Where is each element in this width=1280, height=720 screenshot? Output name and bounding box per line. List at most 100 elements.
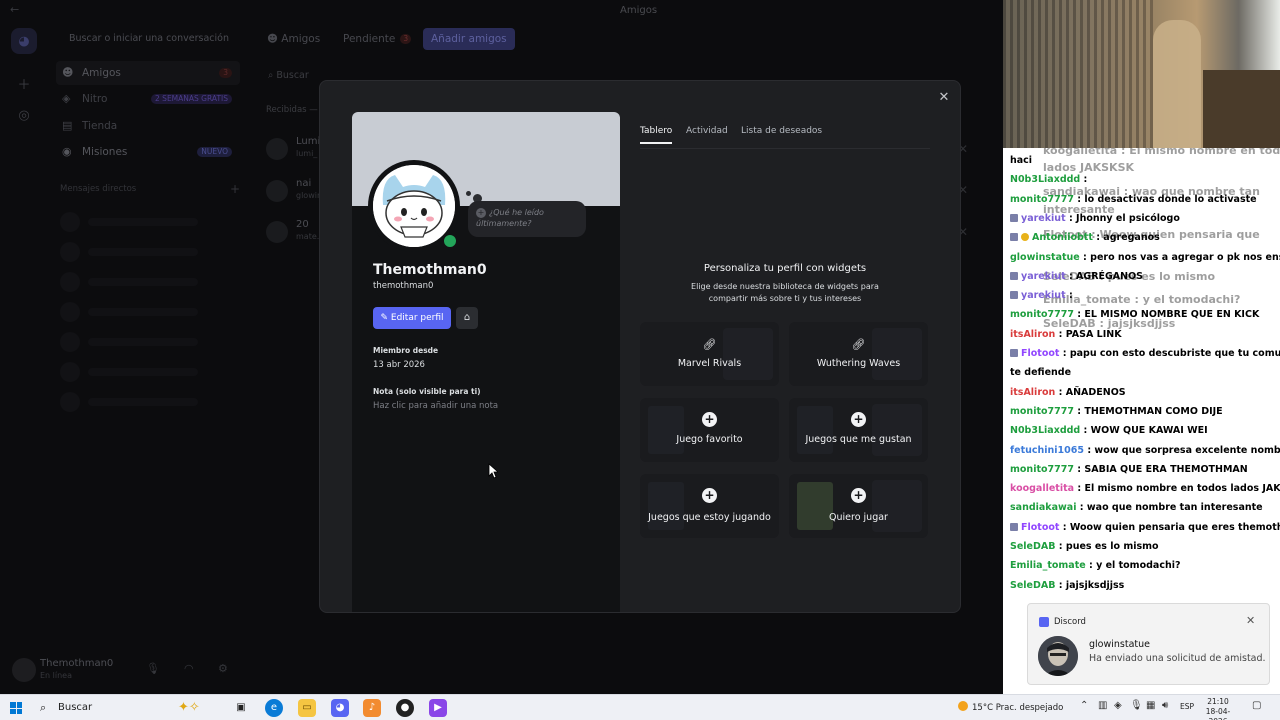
list-item[interactable]: nai glowin [266,177,326,207]
profile-modal: ✕ + ¿Qué he leído últimamente? Themothma… [319,80,961,613]
status-bubble[interactable]: + ¿Qué he leído últimamente? [468,201,586,237]
volume-icon[interactable]: 🔊︎ [1162,700,1168,711]
list-item[interactable]: Lumi lumi_ [266,135,326,165]
tab-pending[interactable]: Pendiente 3 [335,28,419,50]
chat-message: haci [1010,152,1278,170]
conversation-search-input[interactable]: Buscar o iniciar una conversación [56,28,242,50]
tray-icon[interactable]: ▥ [1098,700,1107,711]
edit-profile-button[interactable]: ✎ Editar perfil [373,307,451,329]
add-friend-button[interactable]: Añadir amigos [423,28,515,50]
chat-badge-icon [1010,522,1018,531]
discover-icon[interactable]: ◎ [11,102,37,128]
note-input[interactable]: Haz clic para añadir una nota [373,401,498,411]
chat-username[interactable]: yarekiut [1021,271,1066,282]
language-indicator[interactable]: ESP [1180,702,1194,711]
profile-display-name: Themothman0 [373,262,487,278]
weather-widget[interactable]: 15°C Prac. despejado [958,701,1063,713]
network-icon[interactable]: ▦ [1146,700,1155,711]
chat-username[interactable]: monito7777 [1010,464,1074,475]
gift-icon[interactable]: ⌂ [456,307,478,329]
discord-home-icon[interactable]: ◕ [11,28,37,54]
edge-icon[interactable]: e [265,699,283,717]
friends-search-input[interactable]: ⌕ Buscar [268,66,328,86]
discord-icon [1039,617,1049,627]
close-icon[interactable]: ✕ [935,89,953,107]
chat-username[interactable]: yarekiut [1021,213,1066,224]
avatar [266,221,288,243]
chat-username[interactable]: te defiende [1010,367,1071,378]
chat-username[interactable]: Flotoot [1021,522,1059,533]
chat-username[interactable]: SeleDAB [1010,580,1055,591]
chevron-up-icon[interactable]: ⌃ [1080,700,1088,711]
chat-username[interactable]: haci [1010,155,1032,166]
headphones-icon[interactable]: ◠ [184,662,194,675]
discord-icon[interactable]: ◕ [331,699,349,717]
widget-liked-games[interactable]: + Juegos que me gustan [789,398,928,462]
sidebar-item-shop[interactable]: ▤ Tienda [56,114,240,138]
widget-label: Juegos que me gustan [805,434,912,445]
chat-message: monito7777 : THEMOTHMAN COMO DIJE [1010,403,1278,421]
chat-text: : EL MISMO NOMBRE QUE EN KICK [1077,309,1260,321]
chat-message: N0b3Liaxddd : [1010,171,1278,189]
widget-wuthering-waves[interactable]: 🔗︎ Wuthering Waves [789,322,928,386]
chat-text: : PASA LINK [1058,328,1122,340]
windows-start-icon[interactable] [10,702,22,714]
tab-wishlist[interactable]: Lista de deseados [741,126,822,136]
tab-dashboard[interactable]: Tablero [640,126,673,144]
chat-message: SeleDAB : pues es lo mismo [1010,538,1278,556]
chat-username[interactable]: yarekiut [1021,290,1066,301]
mic-tray-icon[interactable]: 🎙 [1130,700,1143,711]
clock[interactable]: 21:10 18-04-2026 [1200,697,1236,720]
chat-username[interactable]: Antoniiobtt [1032,232,1093,243]
chat-username[interactable]: N0b3Liaxddd [1010,174,1080,185]
dm-placeholder [60,362,230,382]
new-dm-icon[interactable]: + [230,182,240,196]
stream-app-icon[interactable]: ▶ [429,699,447,717]
dm-placeholder [60,272,230,292]
tab-activity[interactable]: Actividad [686,126,728,136]
chat-username[interactable]: koogalletita [1010,483,1074,494]
chat-username[interactable]: monito7777 [1010,194,1074,205]
chat-username[interactable]: SeleDAB [1010,541,1055,552]
profile-card: + ¿Qué he leído últimamente? Themothman0 … [352,112,620,612]
sidebar-item-nitro[interactable]: ◈ Nitro 2 SEMANAS GRATIS [56,87,240,111]
shop-icon: ▤ [62,119,73,132]
chat-username[interactable]: sandiakawai [1010,502,1076,513]
add-server-icon[interactable]: ＋ [11,70,37,96]
server-rail: ◕ ＋ ◎ [0,22,48,672]
widget-want-to-play[interactable]: + Quiero jugar [789,474,928,538]
game-art [648,406,684,454]
sidebar-item-quests[interactable]: ◉ Misiones NUEVO [56,140,240,164]
notifications-icon[interactable]: ▢ [1252,700,1261,711]
chat-username[interactable]: itsAliron [1010,329,1055,340]
toast-notification[interactable]: Discord ✕ glowinstatue Ha enviado una so… [1027,603,1270,685]
widget-playing-games[interactable]: + Juegos que estoy jugando [640,474,779,538]
chat-text: : [1068,290,1073,302]
back-arrow-icon[interactable]: ← [10,3,19,16]
avatar[interactable] [12,658,36,682]
widget-favorite-game[interactable]: + Juego favorito [640,398,779,462]
close-icon[interactable]: ✕ [1246,614,1255,627]
user-panel: Themothman0 En línea 🎙 ◠ ⚙ [8,654,240,686]
microphone-app-icon[interactable]: ♪ [363,699,381,717]
microphone-icon[interactable]: 🎙 [146,662,160,675]
chat-username[interactable]: itsAliron [1010,387,1055,398]
list-item[interactable]: 20 mate. [266,218,326,248]
taskbar-search[interactable]: ⌕ Buscar ✦✧ [34,698,220,718]
chat-badge-icon [1021,233,1029,242]
chat-username[interactable]: glowinstatue [1010,252,1080,263]
chat-message: Flotoot : papu con esto descubriste que … [1010,345,1280,363]
widget-marvel-rivals[interactable]: 🔗︎ Marvel Rivals [640,322,779,386]
folder-icon[interactable]: ▭ [298,699,316,717]
obs-icon[interactable]: ● [396,699,414,717]
chat-username[interactable]: Flotoot [1021,348,1059,359]
gear-icon[interactable]: ⚙ [218,662,228,675]
chat-username[interactable]: monito7777 [1010,309,1074,320]
chat-username[interactable]: N0b3Liaxddd [1010,425,1080,436]
sidebar-item-friends[interactable]: ☻ Amigos 3 [56,61,240,85]
chat-username[interactable]: Emilia_tomate [1010,560,1086,571]
chat-username[interactable]: fetuchini1065 [1010,445,1084,456]
task-view-icon[interactable]: ▣ [232,699,250,717]
tray-icon[interactable]: ◈ [1114,700,1122,711]
chat-username[interactable]: monito7777 [1010,406,1074,417]
